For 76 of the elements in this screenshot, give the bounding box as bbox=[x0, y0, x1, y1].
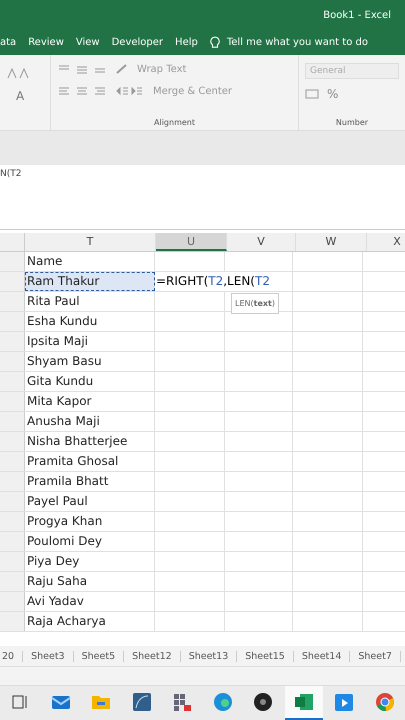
column-header[interactable]: U bbox=[156, 233, 227, 251]
row-header[interactable] bbox=[0, 392, 25, 411]
menu-tab[interactable]: Review bbox=[28, 37, 64, 48]
table-cell[interactable]: Raja Acharya bbox=[25, 612, 155, 631]
column-header[interactable]: X bbox=[367, 233, 405, 251]
row-header[interactable] bbox=[0, 512, 25, 531]
font-color-button[interactable]: A bbox=[6, 89, 50, 103]
row-header[interactable] bbox=[0, 432, 25, 451]
menu-tab[interactable]: View bbox=[76, 37, 100, 48]
row-header[interactable] bbox=[0, 452, 25, 471]
sheet-tab[interactable]: Sheet5 bbox=[74, 650, 124, 662]
align-top-icon[interactable] bbox=[57, 63, 107, 75]
menu-tab[interactable]: Help bbox=[175, 37, 198, 48]
function-tooltip: LEN(text) bbox=[231, 293, 279, 314]
window-title: Book1 - Excel bbox=[323, 10, 391, 20]
row-header[interactable] bbox=[0, 352, 25, 371]
row-header[interactable] bbox=[0, 552, 25, 571]
sheet-tab[interactable]: Sheet15 bbox=[237, 650, 294, 662]
column-header[interactable]: V bbox=[227, 233, 296, 251]
table-cell[interactable]: Poulomi Dey bbox=[25, 532, 155, 551]
grid-app-icon[interactable] bbox=[172, 692, 192, 712]
sheet-tab[interactable]: 20 bbox=[0, 650, 24, 662]
formula-text: N(T2 bbox=[0, 169, 22, 179]
row-header[interactable] bbox=[0, 592, 25, 611]
table-cell[interactable]: Progya Khan bbox=[25, 512, 155, 531]
indent-icon[interactable] bbox=[115, 85, 145, 97]
table-cell[interactable]: Shyam Basu bbox=[25, 352, 155, 371]
group-label: Alignment bbox=[154, 118, 195, 129]
sheet-tab[interactable]: Sheet12 bbox=[124, 650, 181, 662]
table-cell[interactable]: Nisha Bhatterjee bbox=[25, 432, 155, 451]
tell-me-field[interactable]: Tell me what you want to do bbox=[226, 37, 368, 48]
row-header[interactable] bbox=[0, 312, 25, 331]
row-header[interactable] bbox=[0, 272, 25, 291]
table-cell[interactable]: Piya Dey bbox=[25, 552, 155, 571]
row-header[interactable] bbox=[0, 492, 25, 511]
browser-icon[interactable] bbox=[374, 692, 395, 712]
currency-icon[interactable] bbox=[305, 88, 319, 100]
table-cell[interactable]: Ipsita Maji bbox=[25, 332, 155, 351]
menu-tab[interactable]: ata bbox=[0, 37, 16, 48]
row-header[interactable] bbox=[0, 472, 25, 491]
table-cell[interactable]: Payel Paul bbox=[25, 492, 155, 511]
sheet-tab[interactable]: Sheet3 bbox=[23, 650, 74, 662]
row-header[interactable] bbox=[0, 252, 25, 271]
row-header[interactable] bbox=[0, 612, 25, 631]
spreadsheet-app-icon[interactable] bbox=[294, 692, 314, 712]
table-cell[interactable]: Anusha Maji bbox=[25, 412, 155, 431]
sheet-tab[interactable]: Sheet7 bbox=[350, 650, 401, 662]
orientation-icon[interactable] bbox=[115, 63, 129, 75]
table-cell[interactable]: Avi Yadav bbox=[25, 592, 155, 611]
sheet-tab[interactable]: Sheet13 bbox=[180, 650, 238, 662]
align-left-icon[interactable] bbox=[57, 85, 107, 97]
lightbulb-icon bbox=[210, 36, 220, 50]
row-header[interactable] bbox=[0, 412, 25, 431]
table-cell[interactable]: Mita Kapor bbox=[25, 392, 155, 411]
vector-app-icon[interactable] bbox=[132, 692, 152, 712]
row-header[interactable] bbox=[0, 372, 25, 391]
table-cell[interactable]: Gita Kundu bbox=[25, 372, 155, 391]
table-cell[interactable]: Esha Kundu bbox=[25, 312, 155, 331]
row-header[interactable] bbox=[0, 572, 25, 591]
row-header[interactable] bbox=[0, 532, 25, 551]
browser-icon[interactable] bbox=[212, 692, 233, 712]
menu-tab[interactable]: Developer bbox=[112, 37, 164, 48]
table-cell[interactable]: Pramila Bhatt bbox=[25, 472, 155, 491]
table-cell[interactable]: Raju Saha bbox=[25, 572, 155, 591]
record-app-icon[interactable] bbox=[253, 692, 274, 712]
formula-cell[interactable]: =RIGHT(T2,LEN(T2 bbox=[156, 272, 270, 291]
row-header[interactable] bbox=[0, 332, 25, 351]
table-cell[interactable]: Rita Paul bbox=[25, 292, 155, 311]
table-cell[interactable]: Name bbox=[25, 252, 155, 271]
sheet-tab[interactable]: Sheet14 bbox=[294, 650, 350, 662]
table-cell[interactable]: Ram Thakur bbox=[25, 272, 155, 291]
column-header[interactable]: W bbox=[296, 233, 367, 251]
media-player-icon[interactable] bbox=[334, 692, 354, 712]
row-header[interactable] bbox=[0, 292, 25, 311]
group-label: Number bbox=[336, 118, 368, 129]
table-cell[interactable]: Pramita Ghosal bbox=[25, 452, 155, 471]
